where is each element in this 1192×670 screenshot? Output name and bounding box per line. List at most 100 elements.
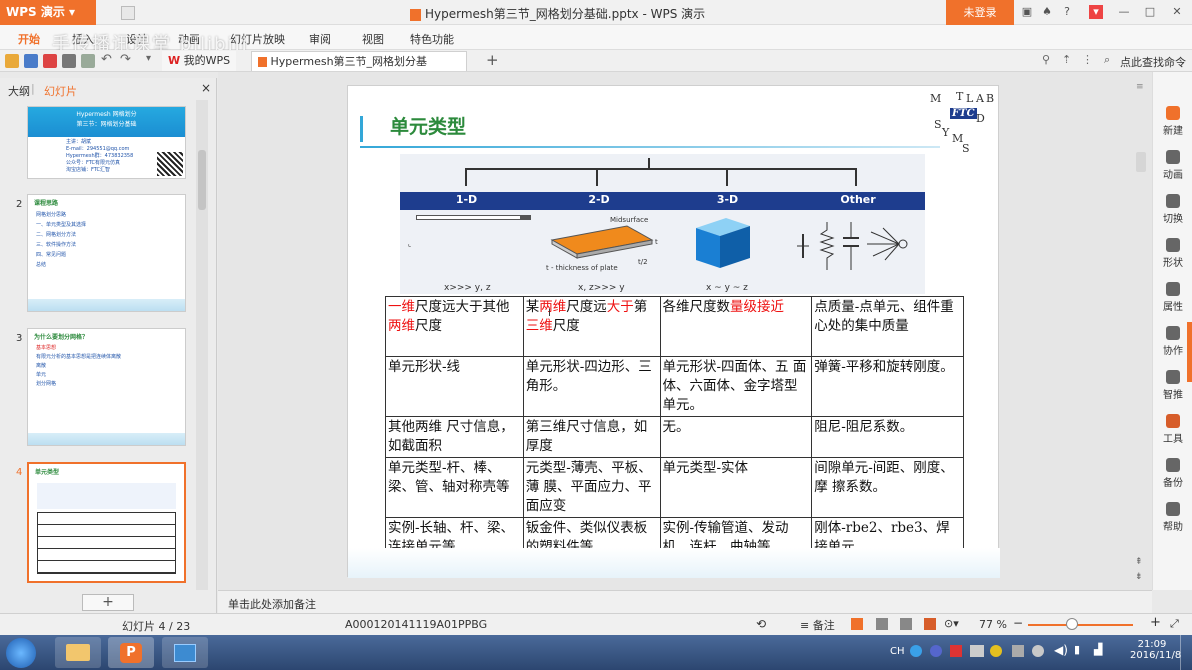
- battery-icon[interactable]: ▮: [1074, 643, 1080, 656]
- search-command-input[interactable]: 点此查找命令: [1120, 54, 1186, 70]
- notes-area[interactable]: 单击此处添加备注: [218, 590, 1152, 613]
- slide-thumbnail-1[interactable]: Hypermesh 网格划分 第三节：网格划分基础 主讲：胡斌 E-mail：2…: [27, 106, 186, 179]
- help-icon[interactable]: ?: [1060, 5, 1074, 19]
- ribbon-tabs: 开始 插入 设计 动画 幻灯片放映 审阅 视图 特色功能 手传播讯课堂 bili…: [0, 25, 1192, 55]
- tray-icon[interactable]: [990, 645, 1002, 657]
- volume-icon[interactable]: ◀): [1054, 643, 1068, 657]
- open-folder-icon[interactable]: [5, 54, 19, 68]
- sorter-view-icon[interactable]: [876, 618, 888, 630]
- wps-presentation-taskbar-icon[interactable]: P: [108, 637, 154, 668]
- table-row: 单元类型-杆、棒、梁、管、轴对称壳等 元类型-薄壳、平板、薄 膜、平面应力、平面应…: [385, 457, 964, 518]
- tray-icon[interactable]: [970, 645, 984, 657]
- tab-view[interactable]: 视图: [362, 31, 384, 47]
- explorer-taskbar-icon[interactable]: [55, 637, 101, 668]
- panel-scrollbar[interactable]: [196, 100, 208, 590]
- start-button[interactable]: [6, 638, 36, 668]
- zoom-out-icon[interactable]: −: [1013, 616, 1023, 630]
- tab-my-wps[interactable]: W 我的WPS: [162, 51, 237, 71]
- skin-icon[interactable]: ▣: [1020, 5, 1034, 19]
- shirt-icon[interactable]: ♠: [1040, 5, 1054, 19]
- thumb-title: Hypermesh 网格划分: [76, 111, 137, 118]
- undo-icon[interactable]: ↶: [101, 52, 112, 67]
- share-icon[interactable]: ▾: [1089, 5, 1103, 19]
- app-name: WPS 演示: [6, 5, 65, 19]
- tab-features[interactable]: 特色功能: [410, 31, 454, 47]
- wps-logo-icon: W: [168, 54, 181, 67]
- shape-button[interactable]: 形状: [1153, 238, 1192, 269]
- animation-button[interactable]: 动画: [1153, 150, 1192, 181]
- history-icon[interactable]: ⟲: [756, 617, 766, 631]
- tab-outline[interactable]: 大纲: [8, 83, 30, 99]
- tray-icon[interactable]: [930, 645, 942, 657]
- location-icon[interactable]: ⊙▾: [944, 617, 959, 630]
- zoom-in-icon[interactable]: +: [1150, 615, 1161, 630]
- help-icon: [1166, 502, 1180, 516]
- fit-window-icon[interactable]: ⤢: [1170, 617, 1179, 631]
- thumb-subtitle: 第三节：网格划分基础: [76, 121, 137, 128]
- more-icon[interactable]: ⋮: [1082, 53, 1093, 66]
- close-icon[interactable]: ✕: [1170, 5, 1184, 19]
- search-icon[interactable]: ⌕: [1104, 53, 1110, 67]
- new-tab-button[interactable]: +: [486, 51, 499, 69]
- tray-icon[interactable]: [1012, 645, 1024, 657]
- tab-home[interactable]: 开始: [18, 31, 40, 47]
- hypermesh-taskbar-icon[interactable]: [162, 637, 208, 668]
- new-doc-icon[interactable]: [121, 6, 135, 20]
- toolbox-icon: [1166, 414, 1180, 428]
- zoom-slider[interactable]: [1028, 624, 1133, 626]
- canvas-scrollbar-thumb[interactable]: [1136, 152, 1146, 172]
- help-button[interactable]: 帮助: [1153, 502, 1192, 533]
- table-cell: 单元形状-线: [385, 356, 524, 417]
- next-slide-icon[interactable]: ⇟: [1135, 572, 1143, 582]
- zoom-level: 77 %: [979, 618, 1007, 631]
- table-cell: 单元类型-实体: [659, 457, 813, 518]
- slide-thumbnail-4-selected[interactable]: 单元类型: [27, 462, 186, 583]
- add-slide-button[interactable]: +: [82, 594, 134, 611]
- template-id: A000120141119A01PPBG: [345, 618, 488, 631]
- pane-collapse-handle[interactable]: [1187, 322, 1192, 382]
- print-icon[interactable]: [62, 54, 76, 68]
- wps-app-menu-button[interactable]: WPS 演示 ▾: [0, 0, 96, 25]
- show-desktop-button[interactable]: [1180, 635, 1192, 670]
- clock[interactable]: 21:09 2016/11/8: [1130, 639, 1181, 661]
- window-title: Hypermesh第三节_网格划分基础.pptx - WPS 演示: [410, 5, 705, 22]
- redo-icon[interactable]: ↷: [120, 52, 131, 67]
- slide-number: 2: [16, 199, 23, 210]
- slideshow-icon[interactable]: [924, 618, 936, 630]
- tray-icon[interactable]: [950, 645, 962, 657]
- save-icon[interactable]: [24, 54, 38, 68]
- notes-placeholder[interactable]: 单击此处添加备注: [228, 596, 316, 612]
- tab-slides[interactable]: 幻灯片: [44, 83, 77, 99]
- tab-review[interactable]: 审阅: [309, 31, 331, 47]
- tab-document[interactable]: Hypermesh第三节_网格划分基础.pptx ×: [251, 51, 467, 88]
- lightbulb-icon: [1166, 370, 1180, 384]
- preview-icon[interactable]: [81, 54, 95, 68]
- transition-button[interactable]: 切换: [1153, 194, 1192, 225]
- new-button[interactable]: 新建: [1153, 106, 1192, 137]
- pin-icon[interactable]: ⚲: [1042, 53, 1050, 66]
- table-row: 单元形状-线 单元形状-四边形、三角形。 单元形状-四面体、五 面体、六面体、金字塔…: [385, 356, 964, 417]
- notes-toggle[interactable]: ≡ 备注: [800, 617, 835, 633]
- maximize-icon[interactable]: □: [1143, 5, 1157, 19]
- backup-button[interactable]: 备份: [1153, 458, 1192, 489]
- input-language[interactable]: CH: [890, 646, 905, 657]
- scrollbar-thumb[interactable]: [198, 150, 206, 210]
- tools-button[interactable]: 工具: [1153, 414, 1192, 445]
- reading-view-icon[interactable]: [900, 618, 912, 630]
- pdf-icon[interactable]: [43, 54, 57, 68]
- zoom-slider-handle[interactable]: [1066, 618, 1078, 630]
- login-button[interactable]: 未登录: [946, 0, 1014, 25]
- slide-thumbnail-3[interactable]: 为什么要划分网格？ 基本思想 有限元分析的基本思想是把连续体离散 离散 单元 划…: [27, 328, 186, 446]
- network-icon[interactable]: ▟: [1094, 643, 1102, 656]
- tray-icon[interactable]: [910, 645, 922, 657]
- canvas-menu-icon[interactable]: ≡: [1136, 82, 1144, 92]
- property-button[interactable]: 属性: [1153, 282, 1192, 313]
- chevron-down-icon[interactable]: ▾: [146, 53, 151, 64]
- minimize-icon[interactable]: —: [1117, 5, 1131, 19]
- normal-view-icon[interactable]: [851, 618, 863, 630]
- prev-slide-icon[interactable]: ⇞: [1135, 557, 1143, 567]
- arrow-up-icon[interactable]: ⇡: [1062, 53, 1071, 66]
- close-panel-icon[interactable]: ×: [201, 81, 211, 95]
- slide-thumbnail-2[interactable]: 课程思路 网格划分思路 一、单元类型及其选择 二、网格划分方法 三、软件操作方法…: [27, 194, 186, 312]
- tray-icon[interactable]: [1032, 645, 1044, 657]
